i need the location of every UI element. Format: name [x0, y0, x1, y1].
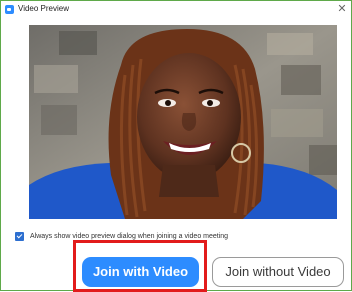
zoom-app-icon	[5, 5, 14, 14]
close-button[interactable]: ✕	[336, 2, 348, 16]
join-without-video-button[interactable]: Join without Video	[212, 257, 344, 287]
title-bar: Video Preview ✕	[1, 1, 351, 19]
video-preview-dialog: Video Preview ✕ Always show video previe…	[0, 0, 352, 292]
video-preview	[29, 25, 337, 219]
camera-feed-image	[29, 25, 337, 219]
always-show-preview-checkbox[interactable]	[15, 231, 24, 241]
window-title: Video Preview	[18, 4, 69, 13]
always-show-preview-label[interactable]: Always show video preview dialog when jo…	[30, 233, 228, 240]
join-with-video-button[interactable]: Join with Video	[82, 257, 199, 287]
